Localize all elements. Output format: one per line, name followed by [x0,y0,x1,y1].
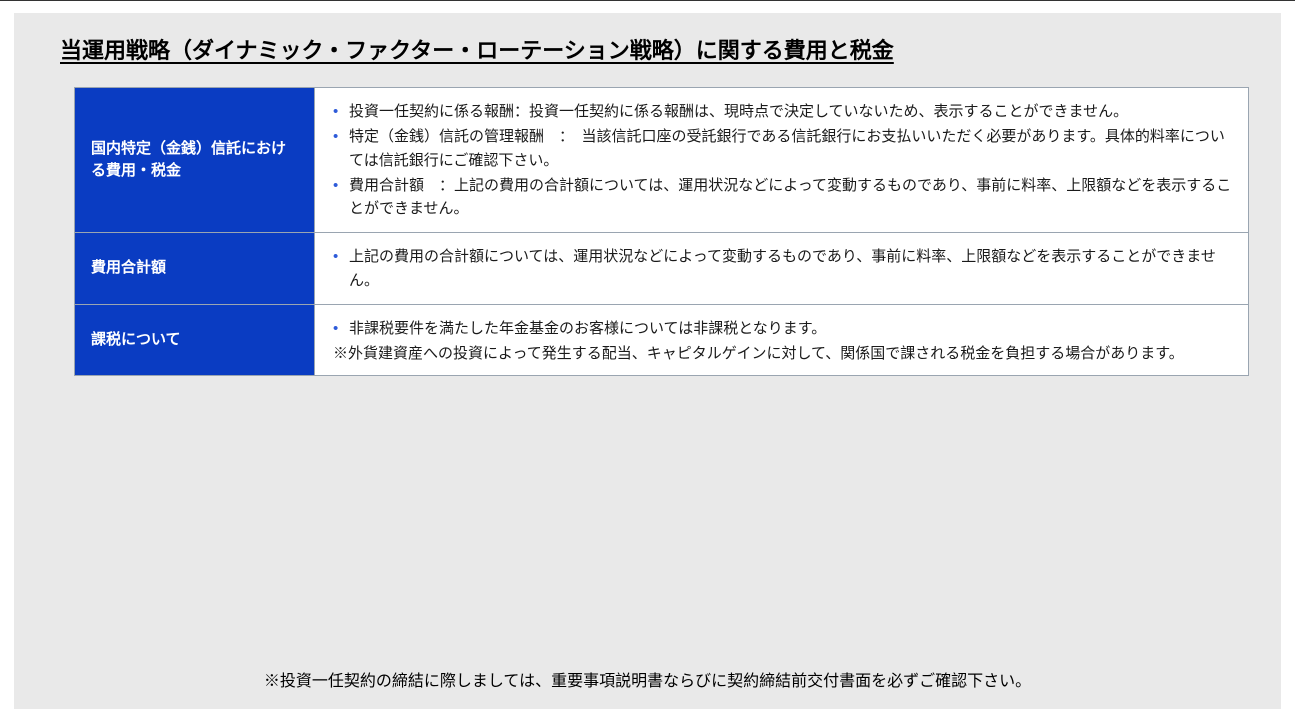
row-content: 投資一任契約に係る報酬：投資一任契約に係る報酬は、現時点で決定していないため、表… [315,88,1249,233]
list-item: 投資一任契約に係る報酬：投資一任契約に係る報酬は、現時点で決定していないため、表… [329,100,1234,123]
list-item: 費用合計額 ：上記の費用の合計額については、運用状況などによって変動するものであ… [329,174,1234,221]
page-title: 当運用戦略（ダイナミック・ファクター・ローテーション戦略）に関する費用と税金 [60,33,1249,65]
bullet-list: 非課税要件を満たした年金基金のお客様については非課税となります。 [329,317,1234,340]
row-header: 費用合計額 [75,233,315,305]
row-header: 課税について [75,304,315,376]
bullet-list: 投資一任契約に係る報酬：投資一任契約に係る報酬は、現時点で決定していないため、表… [329,100,1234,220]
row-note: ※外貨建資産への投資によって発生する配当、キャピタルゲインに対して、関係国で課さ… [329,342,1234,365]
bullet-list: 上記の費用の合計額については、運用状況などによって変動するものであり、事前に料率… [329,245,1234,292]
row-content: 上記の費用の合計額については、運用状況などによって変動するものであり、事前に料率… [315,233,1249,305]
list-item: 上記の費用の合計額については、運用状況などによって変動するものであり、事前に料率… [329,245,1234,292]
table-row: 課税について 非課税要件を満たした年金基金のお客様については非課税となります。 … [75,304,1249,376]
list-item: 非課税要件を満たした年金基金のお客様については非課税となります。 [329,317,1234,340]
list-item: 特定（金銭）信託の管理報酬 ： 当該信託口座の受託銀行である信託銀行にお支払いい… [329,125,1234,172]
table-row: 国内特定（金銭）信託における費用・税金 投資一任契約に係る報酬：投資一任契約に係… [75,88,1249,233]
document-page: 当運用戦略（ダイナミック・ファクター・ローテーション戦略）に関する費用と税金 国… [14,13,1281,709]
table-row: 費用合計額 上記の費用の合計額については、運用状況などによって変動するものであり… [75,233,1249,305]
footer-note: ※投資一任契約の締結に際しましては、重要事項説明書ならびに契約締結前交付書面を必… [46,667,1249,697]
row-header: 国内特定（金銭）信託における費用・税金 [75,88,315,233]
row-content: 非課税要件を満たした年金基金のお客様については非課税となります。 ※外貨建資産へ… [315,304,1249,376]
fees-table: 国内特定（金銭）信託における費用・税金 投資一任契約に係る報酬：投資一任契約に係… [74,87,1249,376]
